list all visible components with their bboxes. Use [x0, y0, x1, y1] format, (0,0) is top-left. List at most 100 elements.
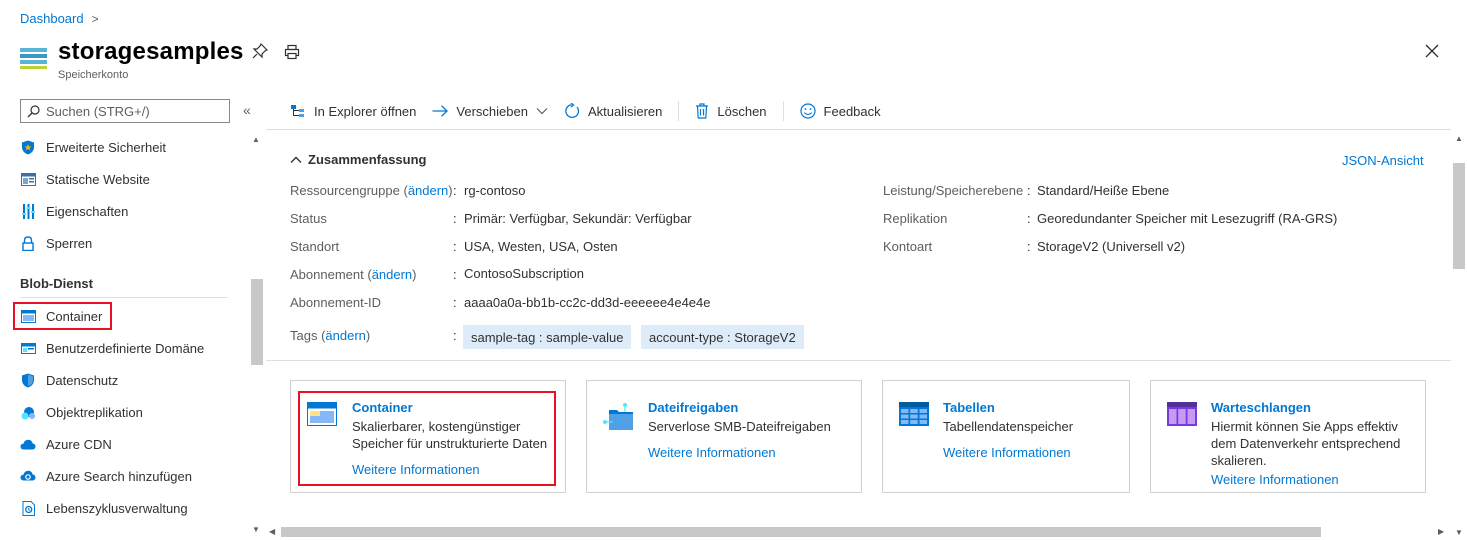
subscription-id-value: aaaa0a0a-bb1b-cc2c-dd3d-eeeeee4e4e4e: [464, 295, 711, 310]
scroll-up-icon[interactable]: ▲: [1455, 134, 1463, 143]
pin-icon[interactable]: [252, 43, 268, 59]
collapse-sidebar-icon[interactable]: «: [243, 102, 251, 118]
queue-icon: [1167, 402, 1197, 426]
cloud-search-icon: [20, 468, 36, 484]
card-title[interactable]: Dateifreigaben: [648, 400, 738, 415]
prop-label-status: Status: [290, 211, 327, 226]
change-tags-link[interactable]: ändern: [325, 328, 365, 343]
toolbar-divider: [678, 101, 680, 121]
open-in-explorer-button[interactable]: In Explorer öffnen: [290, 104, 416, 119]
replication-icon: [20, 404, 36, 420]
prop-label-location: Standort: [290, 239, 340, 254]
sidebar-item-statische-website[interactable]: Statische Website: [14, 165, 236, 193]
scroll-right-icon[interactable]: ▶: [1438, 527, 1444, 536]
sidebar-item-sperren[interactable]: Sperren: [14, 229, 236, 257]
sidebar-item-azure-cdn[interactable]: Azure CDN: [14, 430, 236, 458]
divider: [266, 129, 1451, 130]
prop-label-subscription: Abonnement (ändern): [290, 267, 417, 282]
chevron-up-icon: [290, 156, 302, 163]
scrollbar-thumb[interactable]: [1453, 163, 1465, 269]
sidebar-item-erweiterte-sicherheit[interactable]: Erweiterte Sicherheit: [14, 133, 236, 161]
subscription-link[interactable]: ContosoSubscription: [464, 266, 584, 281]
sidebar-item-label: Azure Search hinzufügen: [46, 468, 192, 484]
trash-icon: [696, 103, 709, 119]
storage-account-icon: [20, 48, 47, 70]
sidebar-item-benutzerdefinierte-domaene[interactable]: Benutzerdefinierte Domäne: [14, 334, 236, 362]
tag-chip[interactable]: sample-tag : sample-value: [463, 325, 632, 349]
search-icon: [27, 104, 40, 117]
toolbar-label: In Explorer öffnen: [314, 103, 417, 119]
json-view-link[interactable]: JSON-Ansicht: [1342, 153, 1424, 168]
card-description-line: Hiermit können Sie Apps effektiv: [1211, 419, 1398, 434]
prop-label-replication: Replikation: [883, 211, 948, 226]
scroll-left-icon[interactable]: ◀: [269, 527, 275, 536]
learn-more-link[interactable]: Weitere Informationen: [943, 445, 1071, 460]
scrollbar-thumb[interactable]: [281, 527, 1321, 537]
scroll-down-icon[interactable]: ▼: [1455, 528, 1463, 537]
sidebar-search[interactable]: [20, 99, 230, 123]
feedback-button[interactable]: Feedback: [799, 103, 881, 119]
sidebar-section-blob-dienst: Blob-Dienst: [20, 276, 93, 291]
sidebar-item-label: Statische Website: [46, 171, 150, 187]
toolbar-label: Aktualisieren: [587, 103, 663, 119]
learn-more-link[interactable]: Weitere Informationen: [648, 445, 776, 460]
sidebar-item-datenschutz[interactable]: Datenschutz: [14, 366, 236, 394]
cloud-icon: [20, 436, 36, 452]
card-description-line: skalieren.: [1211, 453, 1267, 468]
replication-value: Georedundanter Speicher mit Lesezugriff …: [1037, 211, 1338, 226]
delete-button[interactable]: Löschen: [695, 103, 767, 119]
refresh-button[interactable]: Aktualisieren: [564, 103, 662, 119]
colon: :: [453, 295, 457, 310]
sidebar-item-eigenschaften[interactable]: Eigenschaften: [14, 197, 236, 225]
move-button[interactable]: Verschieben: [432, 104, 548, 119]
toolbar-label: Verschieben: [456, 103, 528, 119]
colon: :: [1027, 239, 1031, 254]
sidebar-item-label: Objektreplikation: [46, 404, 143, 420]
toolbar-divider: [782, 101, 784, 121]
highlight-container-card: [298, 391, 556, 486]
sidebar-item-lebenszyklusverwaltung[interactable]: Lebenszyklusverwaltung: [14, 494, 236, 522]
scroll-up-icon[interactable]: ▲: [252, 135, 260, 144]
sidebar-item-objektreplikation[interactable]: Objektreplikation: [14, 398, 236, 426]
label-text: Ressourcengruppe: [290, 183, 400, 198]
sidebar-item-label: Benutzerdefinierte Domäne: [46, 340, 205, 356]
change-subscription-link[interactable]: ändern: [372, 267, 412, 282]
chevron-down-icon[interactable]: [536, 107, 548, 115]
card-description: Serverlose SMB-Dateifreigaben: [648, 419, 831, 434]
arrow-right-icon: [432, 105, 449, 117]
file-share-icon: [603, 403, 633, 430]
scroll-down-icon[interactable]: ▼: [252, 525, 260, 534]
change-resource-group-link[interactable]: ändern: [408, 183, 448, 198]
sidebar-scrollbar[interactable]: ▲ ▼: [249, 131, 263, 534]
sidebar-item-azure-search[interactable]: Azure Search hinzufügen: [14, 462, 236, 490]
resource-group-link[interactable]: rg-contoso: [464, 183, 525, 198]
main-vertical-scrollbar[interactable]: ▲: [1451, 130, 1467, 525]
breadcrumb-dashboard-link[interactable]: Dashboard: [20, 11, 84, 26]
search-input[interactable]: [46, 103, 216, 119]
close-icon[interactable]: [1424, 43, 1440, 59]
main-horizontal-scrollbar[interactable]: ◀ ▶: [266, 524, 1451, 540]
learn-more-link[interactable]: Weitere Informationen: [1211, 472, 1339, 487]
breadcrumb: Dashboard >: [20, 11, 99, 26]
sidebar-item-label: Eigenschaften: [46, 203, 129, 219]
tag-chip[interactable]: account-type : StorageV2: [641, 325, 804, 349]
card-file-shares[interactable]: Dateifreigaben Serverlose SMB-Dateifreig…: [586, 380, 862, 493]
card-title[interactable]: Tabellen: [943, 400, 995, 415]
card-title[interactable]: Warteschlangen: [1211, 400, 1311, 415]
print-icon[interactable]: [284, 44, 300, 60]
lifecycle-icon: [20, 500, 36, 516]
sidebar-item-label: Azure CDN: [46, 436, 112, 452]
sidebar-item-label: Lebenszyklusverwaltung: [46, 500, 188, 516]
colon: :: [453, 183, 457, 198]
essentials-toggle[interactable]: Zusammenfassung: [290, 152, 426, 167]
scrollbar-thumb[interactable]: [251, 279, 263, 365]
card-queues[interactable]: Warteschlangen Hiermit können Sie Apps e…: [1150, 380, 1426, 493]
colon: :: [453, 267, 457, 282]
toolbar-label: Feedback: [823, 103, 881, 119]
prop-label-subscription-id: Abonnement-ID: [290, 295, 382, 310]
sidebar-item-label: Erweiterte Sicherheit: [46, 139, 166, 155]
chevron-right-icon: >: [91, 11, 99, 26]
divider: [20, 297, 228, 298]
card-tables[interactable]: Tabellen Tabellendatenspeicher Weitere I…: [882, 380, 1130, 493]
prop-label-tags: Tags (ändern): [290, 328, 371, 343]
